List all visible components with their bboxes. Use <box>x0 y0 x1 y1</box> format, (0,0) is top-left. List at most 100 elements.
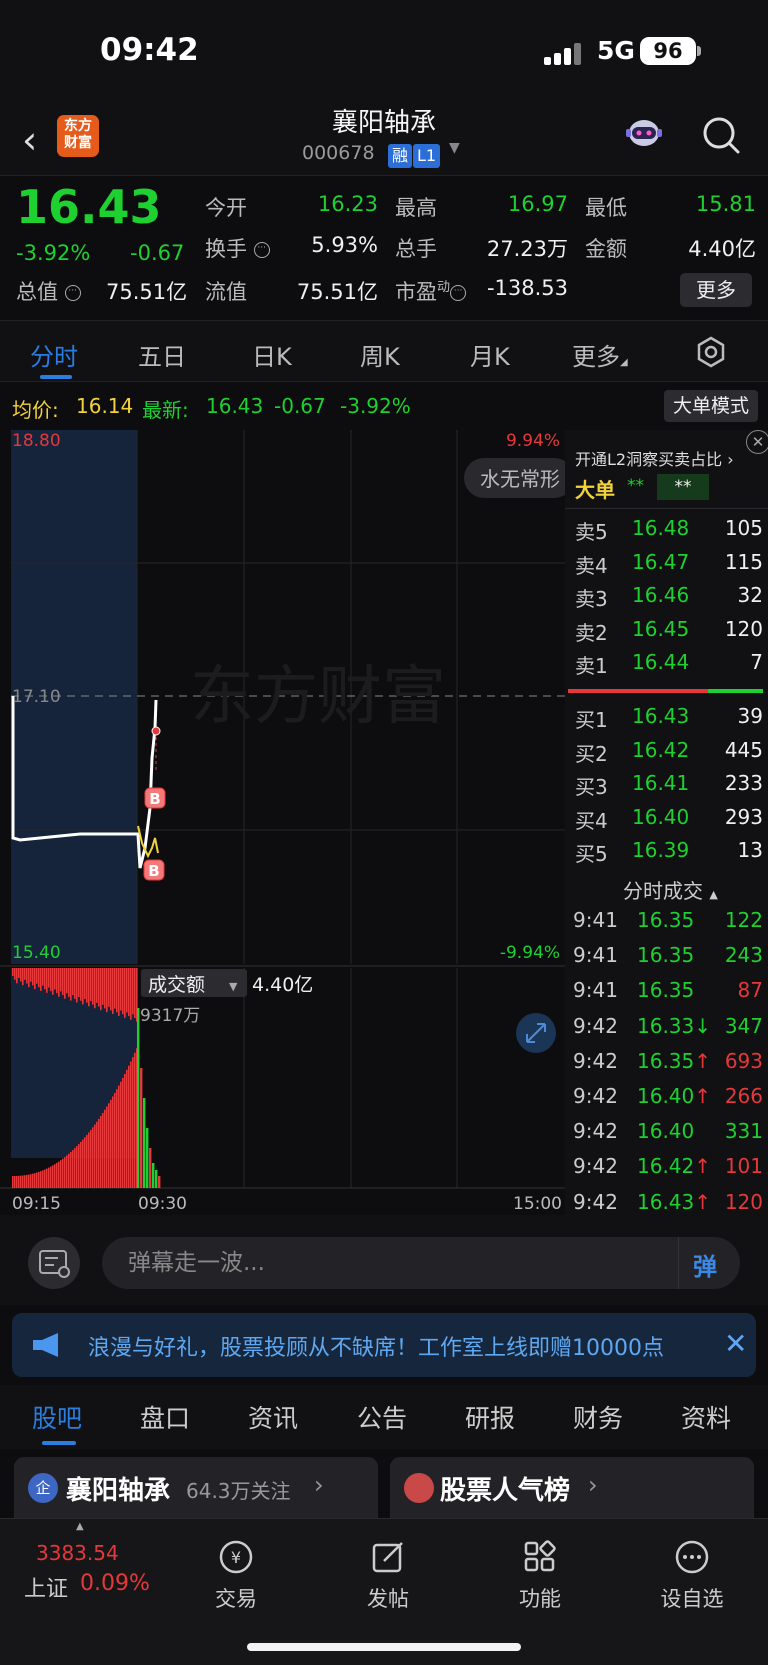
bid-volume: 293 <box>724 804 763 829</box>
low-value: 15.81 <box>695 192 756 216</box>
volume-bar <box>146 1128 149 1188</box>
close-icon[interactable]: ✕ <box>724 1327 747 1360</box>
robot-icon[interactable] <box>624 114 664 152</box>
tab-financials[interactable]: 财务 <box>573 1399 623 1435</box>
enterprise-badge: 企 <box>28 1473 58 1503</box>
tick-volume: 101 <box>724 1154 763 1179</box>
ask-label: 卖5 <box>575 520 608 544</box>
volume-bar <box>28 968 30 988</box>
bid-label: 买5 <box>575 842 608 866</box>
volume-bar <box>46 968 48 993</box>
turnover-label: 换手 ··· <box>205 233 270 263</box>
volume-bar <box>38 1171 40 1188</box>
volume-max: 9317万 <box>140 1006 200 1026</box>
tab-research[interactable]: 研报 <box>465 1399 515 1435</box>
gear-icon[interactable] <box>694 335 728 369</box>
tab-monthly-k[interactable]: 月K <box>470 337 510 372</box>
volume-bar <box>32 1173 34 1188</box>
volume-bar <box>116 968 118 1013</box>
more-button[interactable]: 更多 <box>680 273 752 307</box>
tab-daily-k[interactable]: 日K <box>252 337 292 372</box>
chart-tabs: 分时 五日 日K 周K 月K 更多◢ <box>0 320 768 382</box>
tick-price-text: 16.40 <box>637 1119 695 1144</box>
battery-icon: 96 <box>640 37 696 65</box>
info-icon[interactable]: ··· <box>253 242 270 258</box>
volume-bar <box>92 968 94 1005</box>
tick-volume: 122 <box>724 908 763 932</box>
volume-bar <box>12 1176 14 1188</box>
danmu-send-button[interactable]: 弹 <box>678 1237 740 1289</box>
chevron-down-icon: ▼ <box>229 980 238 993</box>
tick-time: 9:42 <box>573 1189 618 1214</box>
ask-row[interactable]: 卖1 16.44 7 <box>565 650 763 683</box>
pe-value: -138.53 <box>486 276 568 300</box>
tab-announcements[interactable]: 公告 <box>357 1399 407 1435</box>
tab-profile[interactable]: 资料 <box>681 1399 731 1435</box>
tab-intraday[interactable]: 分时 <box>30 337 78 372</box>
index-name[interactable]: 上证 <box>24 1571 68 1603</box>
volume-bar <box>24 1175 26 1188</box>
ticks-title[interactable]: 分时成交 ▲ <box>623 875 718 904</box>
ask-row[interactable]: 卖5 16.48 105 <box>565 516 763 549</box>
tick-time: 9:42 <box>573 1013 618 1038</box>
popularity-card[interactable]: 股票人气榜 › <box>390 1457 754 1519</box>
bid-row[interactable]: 买5 16.39 13 <box>565 838 763 871</box>
intraday-chart[interactable]: 东方财富 B B 18.80 17.10 15.40 9.94% -9.94% … <box>0 428 565 1215</box>
tab-orderbook[interactable]: 盘口 <box>140 1399 190 1435</box>
content-tabs: 股吧 盘口 资讯 公告 研报 财务 资料 <box>0 1385 768 1449</box>
nav-trade[interactable]: ¥ 交易 <box>181 1529 291 1613</box>
tick-price-text: 16.35 <box>637 943 695 968</box>
big-order-mask: ** <box>657 474 709 500</box>
volume-bar <box>22 1175 24 1188</box>
tab-forum[interactable]: 股吧 <box>32 1399 82 1435</box>
bid-row[interactable]: 买3 16.41 233 <box>565 771 763 804</box>
nav-functions[interactable]: 功能 <box>485 1529 595 1613</box>
home-indicator <box>247 1643 521 1651</box>
volume-label: 总手 <box>395 237 437 261</box>
nav-post[interactable]: 发帖 <box>333 1529 443 1613</box>
l2-promo-link[interactable]: 开通L2洞察买卖占比 › <box>575 446 734 470</box>
volume-bar <box>32 968 34 986</box>
low-label: 最低 <box>585 196 627 220</box>
volume-bar <box>24 968 26 980</box>
volume-bar <box>155 1170 158 1188</box>
notice-banner[interactable]: 浪漫与好礼，股票投顾从不缺席！工作室上线即赠10000点 ✕ <box>12 1313 756 1377</box>
danmu-settings-icon[interactable] <box>28 1237 80 1289</box>
ask-row[interactable]: 卖3 16.46 32 <box>565 583 763 616</box>
tab-five-day[interactable]: 五日 <box>138 337 186 372</box>
tick-time: 9:42 <box>573 1084 618 1108</box>
volume-bar <box>18 968 20 978</box>
bid-row[interactable]: 买1 16.43 39 <box>565 704 763 737</box>
tab-weekly-k[interactable]: 周K <box>360 337 400 372</box>
danmu-input[interactable]: 弹幕走一波... <box>102 1237 680 1289</box>
tab-more[interactable]: 更多◢ <box>572 337 628 372</box>
close-icon[interactable]: ✕ <box>746 430 768 454</box>
search-icon[interactable] <box>700 114 742 156</box>
volume-bar <box>44 968 46 990</box>
nav-add-watchlist[interactable]: 设自选 <box>637 1529 747 1613</box>
latest-label: 最新: <box>142 398 189 422</box>
chevron-down-icon[interactable]: ▼ <box>449 140 460 156</box>
tick-time: 9:41 <box>573 978 618 1003</box>
volume-bar <box>34 968 36 990</box>
volume-bar <box>90 968 92 1001</box>
info-icon[interactable]: ··· <box>64 285 81 301</box>
bid-row[interactable]: 买4 16.40 293 <box>565 805 763 838</box>
info-icon[interactable]: ··· <box>450 285 467 301</box>
ask-row[interactable]: 卖2 16.45 120 <box>565 617 763 650</box>
index-value[interactable]: 3383.54 <box>36 1541 119 1565</box>
volume-bar <box>122 968 124 1015</box>
volume-bar <box>134 968 136 1019</box>
tab-news[interactable]: 资讯 <box>248 1399 298 1435</box>
index-percent[interactable]: 0.09% <box>80 1571 150 1596</box>
stock-forum-card[interactable]: 企 襄阳轴承 64.3万关注 › <box>14 1457 378 1519</box>
bid-row[interactable]: 买2 16.42 445 <box>565 738 763 771</box>
tick-arrow: ↑ <box>694 1189 712 1214</box>
volume-bar <box>124 1073 126 1188</box>
ask-row[interactable]: 卖4 16.47 115 <box>565 550 763 583</box>
big-order-mask: ** <box>627 476 644 496</box>
big-order-mode-button[interactable]: 大单模式 <box>664 390 758 422</box>
tab-label: 更多 <box>572 343 620 371</box>
volume-bar <box>100 1115 102 1188</box>
tick-time: 9:41 <box>573 908 618 932</box>
